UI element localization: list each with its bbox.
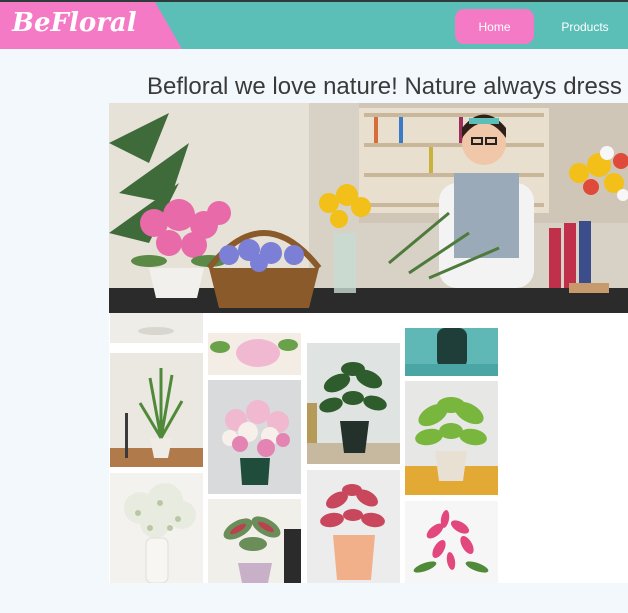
product-tile-8[interactable] [307, 470, 400, 583]
logo-block[interactable]: BeFloral [0, 2, 182, 49]
product-tile-1[interactable] [110, 313, 203, 343]
product-image-7 [307, 343, 400, 464]
product-image-1 [110, 313, 203, 343]
product-tile-3[interactable] [110, 473, 203, 583]
product-image-4 [208, 333, 301, 375]
product-image-6 [208, 499, 301, 583]
product-tile-6[interactable] [208, 499, 301, 583]
product-image-10 [405, 381, 498, 495]
top-navbar: BeFloral Home Products [0, 0, 628, 49]
product-image-9 [405, 328, 498, 376]
product-image-2 [110, 353, 203, 467]
nav-products-link[interactable]: Products [548, 9, 622, 44]
product-image-5 [208, 380, 301, 494]
product-image-3 [110, 473, 203, 583]
product-tile-4[interactable] [208, 333, 301, 375]
product-gallery [109, 313, 628, 583]
nav-home-button[interactable]: Home [455, 9, 534, 44]
product-tile-11[interactable] [405, 501, 498, 583]
hero-florist-scene [109, 103, 628, 313]
product-image-11 [405, 501, 498, 583]
product-tile-2[interactable] [110, 353, 203, 467]
product-tile-10[interactable] [405, 381, 498, 495]
page-headline: Befloral we love nature! Nature always d… [147, 73, 622, 100]
brand-logo[interactable]: BeFloral [12, 8, 137, 38]
product-image-8 [307, 470, 400, 583]
product-tile-7[interactable] [307, 343, 400, 464]
product-tile-9[interactable] [405, 328, 498, 376]
hero-image [109, 103, 628, 313]
product-tile-5[interactable] [208, 380, 301, 494]
